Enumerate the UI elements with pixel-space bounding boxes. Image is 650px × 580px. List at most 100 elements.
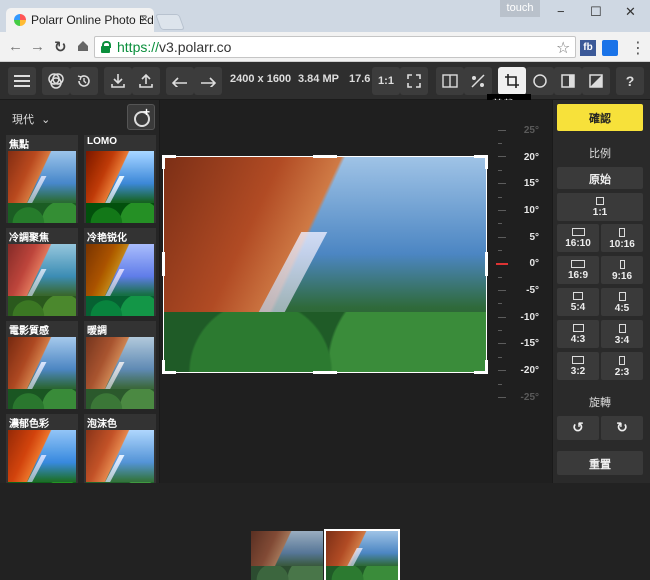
address-bar[interactable]: https://v3.polarr.co: [94, 36, 576, 58]
main-photo[interactable]: [164, 157, 486, 372]
tab-title: Polarr Online Photo Edito: [31, 13, 154, 27]
undo-icon[interactable]: [166, 67, 194, 95]
crop-handle-bl[interactable]: [162, 360, 165, 374]
maximize-icon[interactable]: ☐: [590, 4, 602, 20]
ratio-shape-icon: [618, 292, 626, 301]
rotate-left-icon[interactable]: ↺: [557, 416, 599, 440]
browser-tab[interactable]: Polarr Online Photo Edito ×: [6, 8, 154, 32]
redo-icon[interactable]: [194, 67, 222, 95]
ratio-3-2-button[interactable]: 3:2: [557, 352, 599, 380]
export-icon[interactable]: [132, 67, 160, 95]
ratio-shape-icon: [619, 228, 625, 237]
dial-label: 5°: [529, 232, 539, 243]
lock-icon: [101, 41, 111, 53]
preset-preview-image: [86, 244, 154, 316]
filter-icon[interactable]: [42, 67, 70, 95]
preset-label: 焦點: [9, 140, 29, 151]
ratio-label: 3:2: [570, 366, 586, 377]
ratio-1-1-button[interactable]: 1:1: [557, 193, 643, 221]
preset-thumb[interactable]: LOMO: [84, 135, 156, 223]
preset-thumb[interactable]: 冷艳锐化: [84, 228, 156, 316]
gradient-icon[interactable]: [582, 67, 610, 95]
crop-handle-tr[interactable]: [485, 155, 488, 169]
ratio-label: 16:10: [565, 238, 591, 249]
confirm-button[interactable]: 確認: [557, 104, 643, 131]
dial-minor-tick: [498, 303, 502, 304]
ratio-5-4-button[interactable]: 5:4: [557, 288, 599, 316]
preset-thumb[interactable]: 電影質感: [6, 321, 78, 409]
dial-minor-tick: [498, 277, 502, 278]
ratio-4-5-button[interactable]: 4:5: [601, 288, 643, 316]
minimize-icon[interactable]: −: [557, 4, 565, 19]
dial-tick: [498, 370, 506, 371]
history-icon[interactable]: [70, 67, 98, 95]
bookmark-star-icon[interactable]: ☆: [556, 38, 570, 58]
menu-icon[interactable]: [8, 67, 36, 95]
rotate-right-icon[interactable]: ↻: [601, 416, 643, 440]
touch-badge: touch: [500, 0, 540, 17]
crop-handle-tl[interactable]: [162, 155, 165, 169]
adjust-icon[interactable]: [464, 67, 492, 95]
reset-button[interactable]: 重置: [557, 451, 643, 475]
tab-strip: Polarr Online Photo Edito × touch − ☐ ✕: [0, 0, 650, 32]
home-icon[interactable]: [76, 39, 90, 53]
dial-tick: [498, 210, 506, 211]
fullscreen-icon[interactable]: [400, 67, 428, 95]
crop-icon[interactable]: [498, 67, 526, 95]
preset-label: 濃郁色彩: [9, 419, 49, 430]
preset-thumb[interactable]: 泡沫色: [84, 414, 156, 483]
crop-handle-top[interactable]: [313, 155, 337, 158]
ratio-2-3-button[interactable]: 2:3: [601, 352, 643, 380]
dial-label: -25°: [520, 392, 539, 403]
ratio-label: 10:16: [609, 239, 635, 250]
url-text: https://v3.polarr.co: [117, 39, 231, 55]
forward-icon[interactable]: →: [30, 38, 45, 55]
crop-handle-bottom[interactable]: [313, 371, 337, 374]
close-window-icon[interactable]: ✕: [625, 4, 636, 20]
ratio-label: 4:3: [570, 334, 586, 345]
dial-tick: [498, 156, 506, 157]
crop-handle-right[interactable]: [485, 252, 488, 276]
ratio-label: 5:4: [570, 302, 586, 313]
ratio-label: 16:9: [567, 270, 588, 281]
compare-icon[interactable]: [436, 67, 464, 95]
facebook-extension-icon[interactable]: fb: [580, 40, 596, 56]
ratio-10-16-button[interactable]: 10:16: [601, 224, 643, 252]
reload-icon[interactable]: ↻: [54, 38, 67, 56]
back-icon[interactable]: ←: [8, 38, 23, 55]
dial-tick: [498, 183, 506, 184]
crop-handle-br[interactable]: [485, 360, 488, 374]
ratio-9-16-button[interactable]: 9:16: [601, 256, 643, 284]
add-filter-button[interactable]: [127, 104, 155, 130]
import-icon[interactable]: [104, 67, 132, 95]
browser-menu-icon[interactable]: ⋮: [630, 38, 646, 58]
dial-tick: [498, 237, 506, 238]
dial-minor-tick: [498, 250, 502, 251]
filmstrip-thumb[interactable]: [251, 531, 323, 580]
crop-handle-left[interactable]: [162, 252, 165, 276]
dial-label: 0°: [529, 258, 539, 269]
preset-thumb[interactable]: 冷調聚焦: [6, 228, 78, 316]
preset-preview-image: [86, 151, 154, 223]
ratio-original-button[interactable]: 原始: [557, 167, 643, 189]
ratio-16-9-button[interactable]: 16:9: [557, 256, 599, 284]
preset-preview-image: [8, 430, 76, 483]
circle-mask-icon[interactable]: [526, 67, 554, 95]
ratio-4-3-button[interactable]: 4:3: [557, 320, 599, 348]
ratio-16-10-button[interactable]: 16:10: [557, 224, 599, 252]
preset-thumb[interactable]: 濃郁色彩: [6, 414, 78, 483]
help-icon[interactable]: ?: [616, 67, 644, 95]
filmstrip-thumb-active[interactable]: [324, 529, 400, 580]
app-toolbar: 2400 x 1600 3.84 MP 17.6 1:1 ?: [0, 62, 650, 100]
preset-category-dropdown[interactable]: 現代 ⌄: [12, 111, 50, 127]
tab-close-icon[interactable]: ×: [141, 12, 148, 26]
new-tab-button[interactable]: [155, 14, 185, 30]
preset-thumb[interactable]: 暖調: [84, 321, 156, 409]
dial-label: 15°: [523, 178, 539, 189]
preset-thumb[interactable]: 焦點: [6, 135, 78, 223]
ratio-3-4-button[interactable]: 3:4: [601, 320, 643, 348]
dial-label: -15°: [520, 338, 539, 349]
chart-extension-icon[interactable]: [602, 40, 618, 56]
zoom-1to1-button[interactable]: 1:1: [372, 67, 400, 95]
square-icon[interactable]: [554, 67, 582, 95]
